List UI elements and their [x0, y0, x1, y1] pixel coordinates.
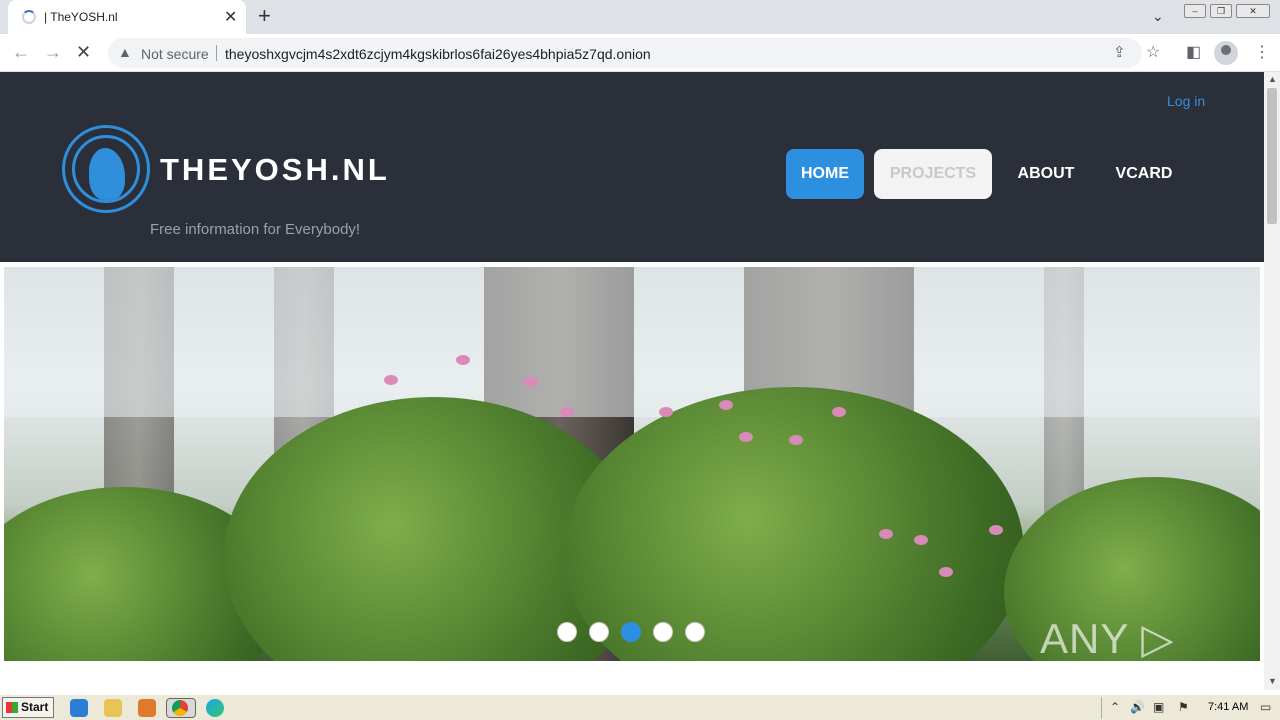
login-link[interactable]: Log in — [1167, 93, 1205, 109]
back-arrow-icon[interactable]: ← — [12, 42, 30, 63]
os-taskbar: Start ⌃ 🔊 ▣ ⚑ 7:41 AM ▭ — [0, 694, 1280, 720]
flower — [524, 377, 538, 387]
site-tagline: Free information for Everybody! — [150, 221, 361, 238]
maximize-button[interactable]: ❐ — [1210, 4, 1232, 18]
loading-spinner-icon — [22, 10, 36, 24]
flower — [659, 407, 673, 417]
omnibox-divider — [216, 45, 217, 61]
flower — [560, 407, 574, 417]
side-panel-icon[interactable]: ◧ — [1186, 42, 1201, 62]
network-icon[interactable]: ▣ — [1153, 700, 1164, 714]
tab-title: | TheYOSH.nl — [44, 10, 118, 24]
file-explorer-icon[interactable] — [104, 699, 122, 717]
media-player-icon[interactable] — [138, 699, 156, 717]
new-tab-button[interactable]: + — [258, 3, 271, 29]
browser-tab-bar: | TheYOSH.nl ✕ + ⌄ – ❐ ✕ — [0, 0, 1280, 34]
slider-dot-active[interactable] — [621, 622, 641, 642]
image-slider[interactable]: ANY ▷ RUN — [4, 267, 1260, 661]
browser-toolbar: ← → ✕ ▲ Not secure theyoshxgvcjm4s2xdt6z… — [0, 34, 1280, 72]
stop-loading-icon[interactable]: ✕ — [76, 42, 91, 63]
site-header: Log in THEYOSH.NL Free information for E… — [0, 72, 1264, 262]
start-button[interactable]: Start — [2, 697, 54, 718]
tab-search-icon[interactable]: ⌄ — [1152, 8, 1164, 25]
url-text[interactable]: theyoshxgvcjm4s2xdt6zcjym4kgskibrlos6fai… — [225, 46, 651, 62]
windows-flag-icon — [6, 702, 18, 713]
system-clock[interactable]: 7:41 AM — [1208, 701, 1248, 713]
address-bar[interactable]: ▲ Not secure theyoshxgvcjm4s2xdt6zcjym4k… — [108, 38, 1142, 68]
action-center-flag-icon[interactable]: ⚑ — [1178, 700, 1189, 714]
show-desktop-icon[interactable]: ▭ — [1260, 700, 1271, 714]
forward-arrow-icon[interactable]: → — [44, 42, 62, 63]
minimize-button[interactable]: – — [1184, 4, 1206, 18]
bookmark-star-icon[interactable]: ☆ — [1146, 42, 1160, 62]
flower — [914, 535, 928, 545]
page-scrollbar[interactable]: ▲ ▼ — [1264, 72, 1280, 690]
nav-about[interactable]: ABOUT — [1006, 149, 1086, 199]
logo-inner — [72, 135, 140, 203]
flower — [719, 400, 733, 410]
anyrun-watermark: ANY ▷ RUN — [1040, 615, 1175, 661]
nav-home[interactable]: HOME — [786, 149, 864, 199]
nav-projects[interactable]: PROJECTS — [874, 149, 992, 199]
start-label: Start — [21, 700, 49, 714]
security-label[interactable]: Not secure — [141, 46, 209, 62]
flower — [879, 529, 893, 539]
scroll-down-arrow-icon[interactable]: ▼ — [1268, 676, 1277, 686]
browser-tab[interactable]: | TheYOSH.nl ✕ — [8, 0, 246, 34]
flower — [939, 567, 953, 577]
slider-dot[interactable] — [589, 622, 609, 642]
volume-icon[interactable]: 🔊 — [1130, 700, 1145, 714]
flower — [832, 407, 846, 417]
flower — [989, 525, 1003, 535]
flower — [789, 435, 803, 445]
menu-kebab-icon[interactable]: ⋮ — [1254, 42, 1270, 62]
logo-head-silhouette — [89, 148, 125, 200]
slider-dot[interactable] — [653, 622, 673, 642]
mist-layer — [4, 267, 1260, 417]
warning-icon[interactable]: ▲ — [118, 44, 132, 60]
flower — [456, 355, 470, 365]
scroll-thumb[interactable] — [1267, 88, 1277, 224]
chrome-icon[interactable] — [172, 700, 188, 716]
nav-vcard[interactable]: VCARD — [1102, 149, 1186, 199]
flower — [384, 375, 398, 385]
share-icon[interactable]: ⇪ — [1113, 43, 1126, 61]
tray-divider — [1101, 697, 1102, 719]
profile-avatar-icon[interactable] — [1214, 41, 1238, 65]
flower — [739, 432, 753, 442]
site-logo-icon[interactable] — [62, 125, 150, 213]
close-window-button[interactable]: ✕ — [1236, 4, 1270, 18]
internet-explorer-icon[interactable] — [70, 699, 88, 717]
slider-dot[interactable] — [557, 622, 577, 642]
close-tab-icon[interactable]: ✕ — [224, 7, 237, 27]
edge-icon[interactable] — [206, 699, 224, 717]
slider-dot[interactable] — [685, 622, 705, 642]
site-title[interactable]: THEYOSH.NL — [160, 152, 390, 188]
show-hidden-icons[interactable]: ⌃ — [1110, 700, 1120, 714]
scroll-up-arrow-icon[interactable]: ▲ — [1268, 74, 1277, 84]
web-page: Log in THEYOSH.NL Free information for E… — [0, 72, 1264, 690]
